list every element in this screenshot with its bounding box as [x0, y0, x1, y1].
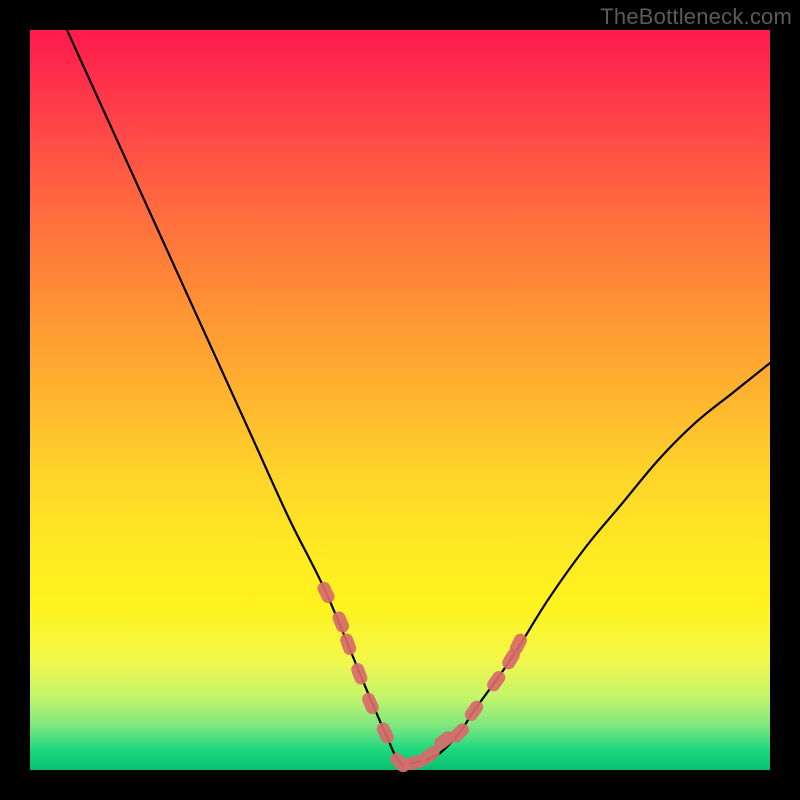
chart-svg — [30, 30, 770, 770]
chart-frame: TheBottleneck.com — [0, 0, 800, 800]
marker-point — [315, 580, 336, 605]
bottleneck-curve — [67, 30, 770, 765]
marker-point — [360, 691, 381, 716]
watermark-text: TheBottleneck.com — [600, 4, 792, 30]
marker-point — [374, 720, 395, 745]
marker-point — [462, 698, 485, 723]
marker-point — [349, 661, 369, 686]
marker-point — [338, 632, 358, 657]
chart-plot-area — [30, 30, 770, 770]
highlighted-points — [315, 580, 529, 775]
marker-point — [330, 609, 351, 634]
